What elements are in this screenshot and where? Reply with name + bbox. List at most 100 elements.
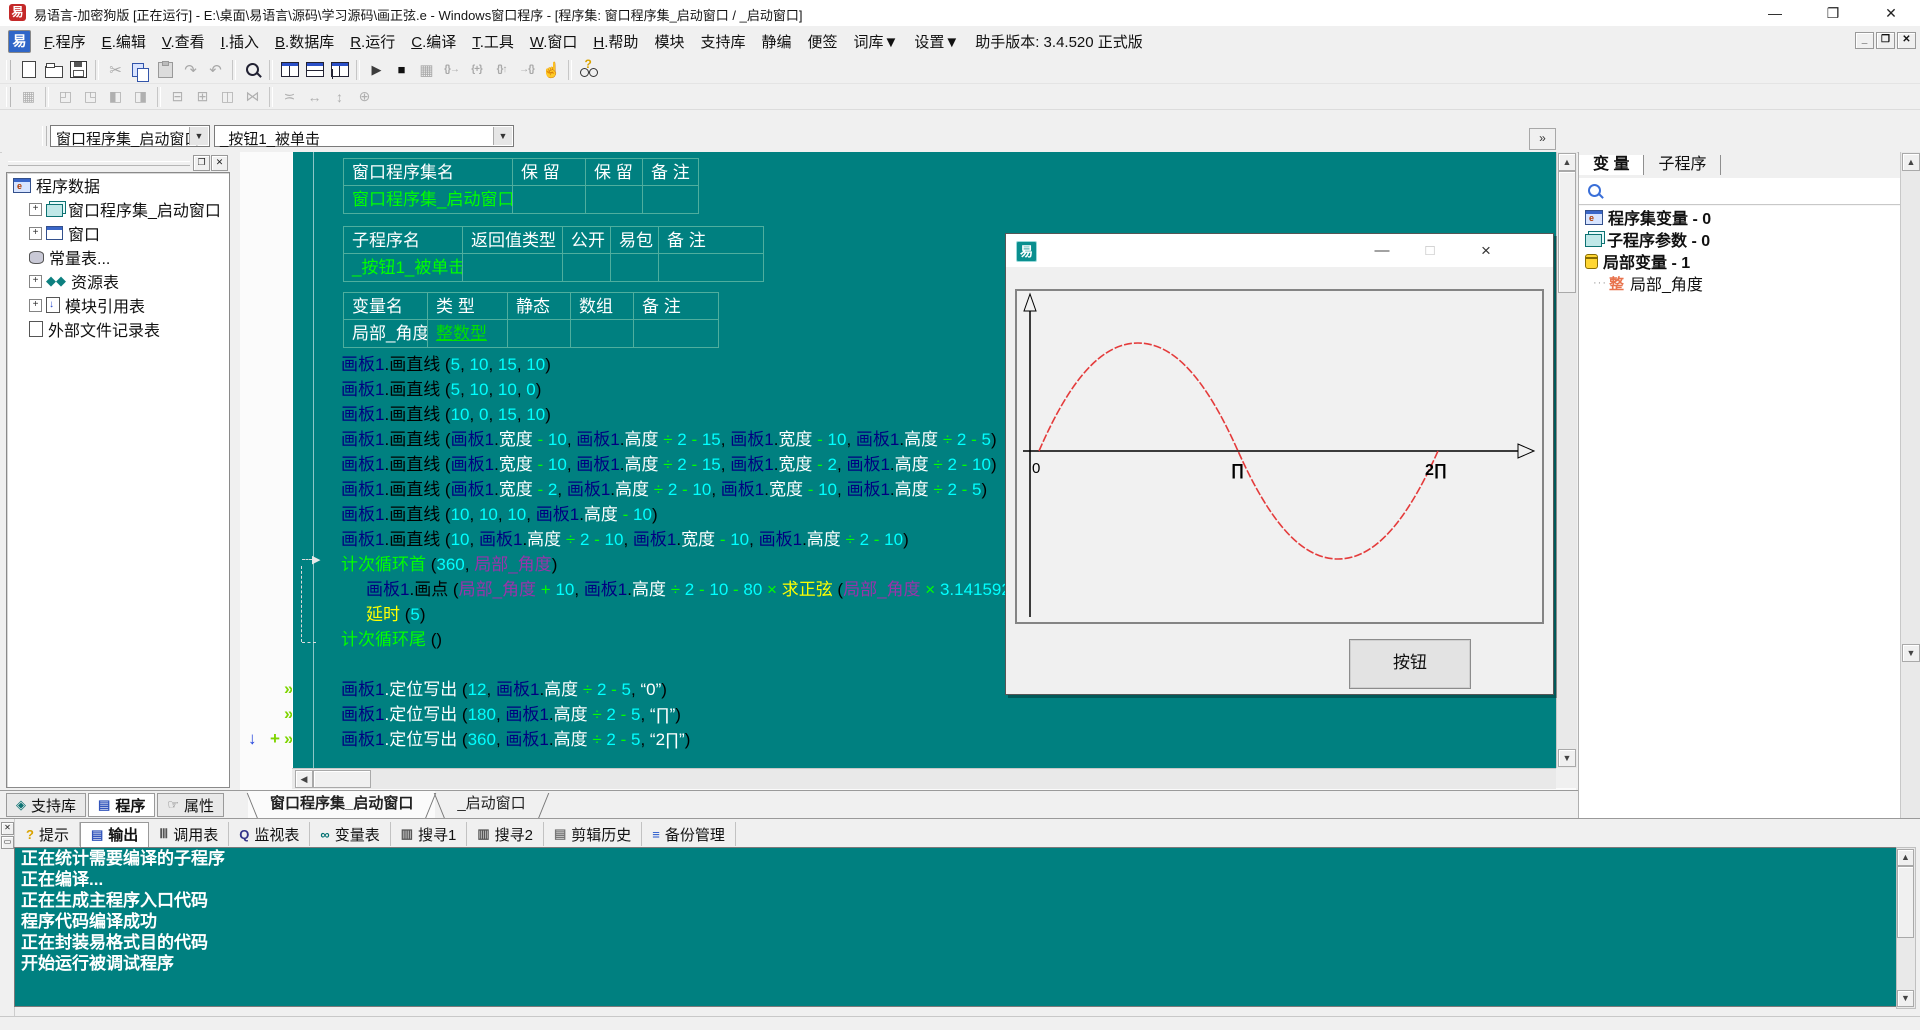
code-line[interactable]: 画板1.画直线 (画板1.宽度 - 10, 画板1.高度 ÷ 2 - 15, 画… [341, 452, 997, 477]
restore-button[interactable]: ❐ [1804, 0, 1862, 26]
size-to-grid-button[interactable]: ↕ [327, 85, 352, 108]
output-tab-变量表[interactable]: ∞变量表 [310, 822, 390, 846]
program-minimize-button[interactable]: — [1364, 234, 1400, 267]
program-maximize-button[interactable]: □ [1412, 234, 1448, 267]
redo-button[interactable]: ↷ [178, 58, 203, 81]
running-program-window[interactable]: 易 — □ × 0 ∏ 2∏ 按钮 [1005, 233, 1554, 695]
mdi-close-button[interactable]: ✕ [1897, 32, 1916, 49]
panel-grip[interactable] [8, 161, 190, 166]
menu-item-助手版本: 3.4.520 正式版[interactable]: 助手版本: 3.4.520 正式版 [967, 31, 1151, 52]
output-tab-监视表[interactable]: Q监视表 [229, 822, 310, 846]
paste-button[interactable] [153, 58, 178, 81]
variables-tree-item[interactable]: 程序集变量 - 0 [1579, 206, 1901, 228]
window-split-horizontal-button[interactable] [302, 58, 327, 81]
menu-item-词库▼[interactable]: 词库▼ [846, 31, 907, 52]
table-value-cell[interactable] [508, 320, 571, 348]
run-to-cursor-button[interactable]: →{} [514, 58, 539, 81]
mdi-minimize-button[interactable]: _ [1855, 32, 1874, 49]
scroll-thumb[interactable] [1897, 866, 1914, 938]
table-value-cell[interactable]: _按钮1_被单击 [343, 254, 463, 282]
form-grid-button[interactable]: ▦ [16, 85, 41, 108]
tree-item-窗口[interactable]: +窗口 [7, 221, 229, 245]
menu-item-插入[interactable]: I.插入 [213, 31, 267, 52]
menu-item-帮助[interactable]: H.帮助 [585, 31, 646, 52]
table-value-cell[interactable]: 局部_角度 [343, 320, 428, 348]
table-value-cell[interactable] [513, 186, 586, 214]
step-out-button[interactable]: {}↑ [489, 58, 514, 81]
copy-button[interactable] [128, 58, 153, 81]
expand-icon[interactable]: + [29, 227, 42, 240]
variables-tab-变 量[interactable]: 变 量 [1579, 155, 1644, 175]
output-tab-搜寻1[interactable]: ▥搜寻1 [391, 822, 468, 846]
tree-item-外部文件记录表[interactable]: 外部文件记录表 [7, 317, 229, 341]
tree-item-资源表[interactable]: +◆◆资源表 [7, 269, 229, 293]
table-value-cell[interactable] [634, 320, 719, 348]
menu-item-支持库[interactable]: 支持库 [692, 31, 753, 52]
code-line[interactable]: 画板1.画点 (局部_角度 + 10, 画板1.高度 ÷ 2 - 10 - 80… [366, 577, 1079, 602]
assembly-combobox[interactable]: 窗口程序集_启动窗口 ▼ [50, 125, 210, 147]
code-line[interactable]: 延时 (5) [366, 602, 426, 627]
space-down-button[interactable]: ⋈ [240, 85, 265, 108]
scroll-thumb[interactable] [313, 770, 371, 788]
code-line[interactable]: 画板1.定位写出 (12, 画板1.高度 ÷ 2 - 5, “0”) [341, 677, 667, 702]
panel-float-button[interactable]: ❐ [193, 155, 210, 171]
tree-item-程序数据[interactable]: 程序数据 [7, 173, 229, 197]
scroll-up-icon[interactable]: ▲ [1558, 153, 1576, 171]
make-same-height-button[interactable]: ↔ [302, 85, 327, 108]
align-left-button[interactable]: ◰ [53, 85, 78, 108]
center-horizontal-button[interactable]: ⊟ [165, 85, 190, 108]
menu-item-程序[interactable]: F.程序 [36, 31, 94, 52]
cut-button[interactable]: ✂ [103, 58, 128, 81]
window-split-vertical-button[interactable] [277, 58, 302, 81]
menu-item-编译[interactable]: C.编译 [403, 31, 464, 52]
menu-item-设置▼[interactable]: 设置▼ [906, 31, 967, 52]
align-bottom-button[interactable]: ◨ [128, 85, 153, 108]
new-file-button[interactable] [16, 58, 41, 81]
undo-button[interactable]: ↶ [203, 58, 228, 81]
code-line[interactable]: 计次循环首 (360, 局部_角度) [341, 552, 557, 577]
chevron-down-icon[interactable]: ▼ [493, 127, 512, 145]
program-close-button[interactable]: × [1468, 234, 1504, 267]
panel-tab-支持库[interactable]: ◈支持库 [6, 793, 86, 817]
expand-icon[interactable]: + [29, 275, 42, 288]
table-value-cell[interactable] [586, 186, 643, 214]
output-pin-button[interactable]: ▭ [1, 836, 14, 849]
output-log[interactable]: 正在统计需要编译的子程序正在编译...正在生成主程序入口代码程序代码编译成功正在… [14, 847, 1898, 1007]
table-value-cell[interactable]: 窗口程序集_启动窗口 [343, 186, 513, 214]
vertical-splitter[interactable] [232, 152, 240, 790]
minimize-button[interactable]: — [1746, 0, 1804, 26]
more-panels-button[interactable]: » [1529, 128, 1556, 150]
program-window-titlebar[interactable]: 易 — □ × [1006, 234, 1553, 267]
variables-tree-item[interactable]: 子程序参数 - 0 [1579, 228, 1901, 250]
menu-item-模块[interactable]: 模块 [646, 31, 692, 52]
table-value-cell[interactable] [571, 320, 634, 348]
menu-item-工具[interactable]: T.工具 [464, 31, 522, 52]
find-help-button[interactable]: ? [576, 58, 601, 81]
output-tab-输出[interactable]: ▤输出 [80, 822, 149, 847]
menu-item-运行[interactable]: R.运行 [342, 31, 403, 52]
save-button[interactable] [66, 58, 91, 81]
table-value-cell[interactable] [611, 254, 659, 282]
scroll-up-icon[interactable]: ▲ [1902, 153, 1920, 171]
code-line[interactable]: 画板1.画直线 (画板1.宽度 - 2, 画板1.高度 ÷ 2 - 10, 画板… [341, 477, 987, 502]
find-in-code-button[interactable] [240, 58, 265, 81]
code-horizontal-scrollbar[interactable]: ◀ [292, 768, 1556, 789]
output-tab-提示[interactable]: ?提示 [16, 822, 80, 846]
code-line[interactable]: 画板1.定位写出 (360, 画板1.高度 ÷ 2 - 5, “2∏”) [341, 727, 690, 752]
code-line[interactable]: 画板1.画直线 (5, 10, 10, 0) [341, 377, 541, 402]
stop-button[interactable]: ■ [389, 58, 414, 81]
menu-item-便签[interactable]: 便签 [799, 31, 845, 52]
make-same-width-button[interactable]: ≍ [277, 85, 302, 108]
variables-tree-item[interactable]: ···整局部_角度 [1579, 272, 1901, 294]
menu-item-查看[interactable]: V.查看 [154, 31, 213, 52]
close-button[interactable]: ✕ [1862, 0, 1920, 26]
panel-tab-属性[interactable]: ☞属性 [157, 793, 224, 817]
scroll-up-icon[interactable]: ▲ [1897, 849, 1914, 866]
variables-tab-子程序[interactable]: 子程序 [1644, 155, 1721, 175]
output-tab-调用表[interactable]: Ⅲ调用表 [149, 822, 229, 846]
menu-item-窗口[interactable]: W.窗口 [522, 31, 586, 52]
code-line[interactable]: 画板1.画直线 (10, 0, 15, 10) [341, 402, 551, 427]
step-over-button[interactable]: {}→ [439, 58, 464, 81]
expand-icon[interactable]: + [29, 203, 42, 216]
code-line[interactable]: 画板1.画直线 (5, 10, 15, 10) [341, 352, 551, 377]
